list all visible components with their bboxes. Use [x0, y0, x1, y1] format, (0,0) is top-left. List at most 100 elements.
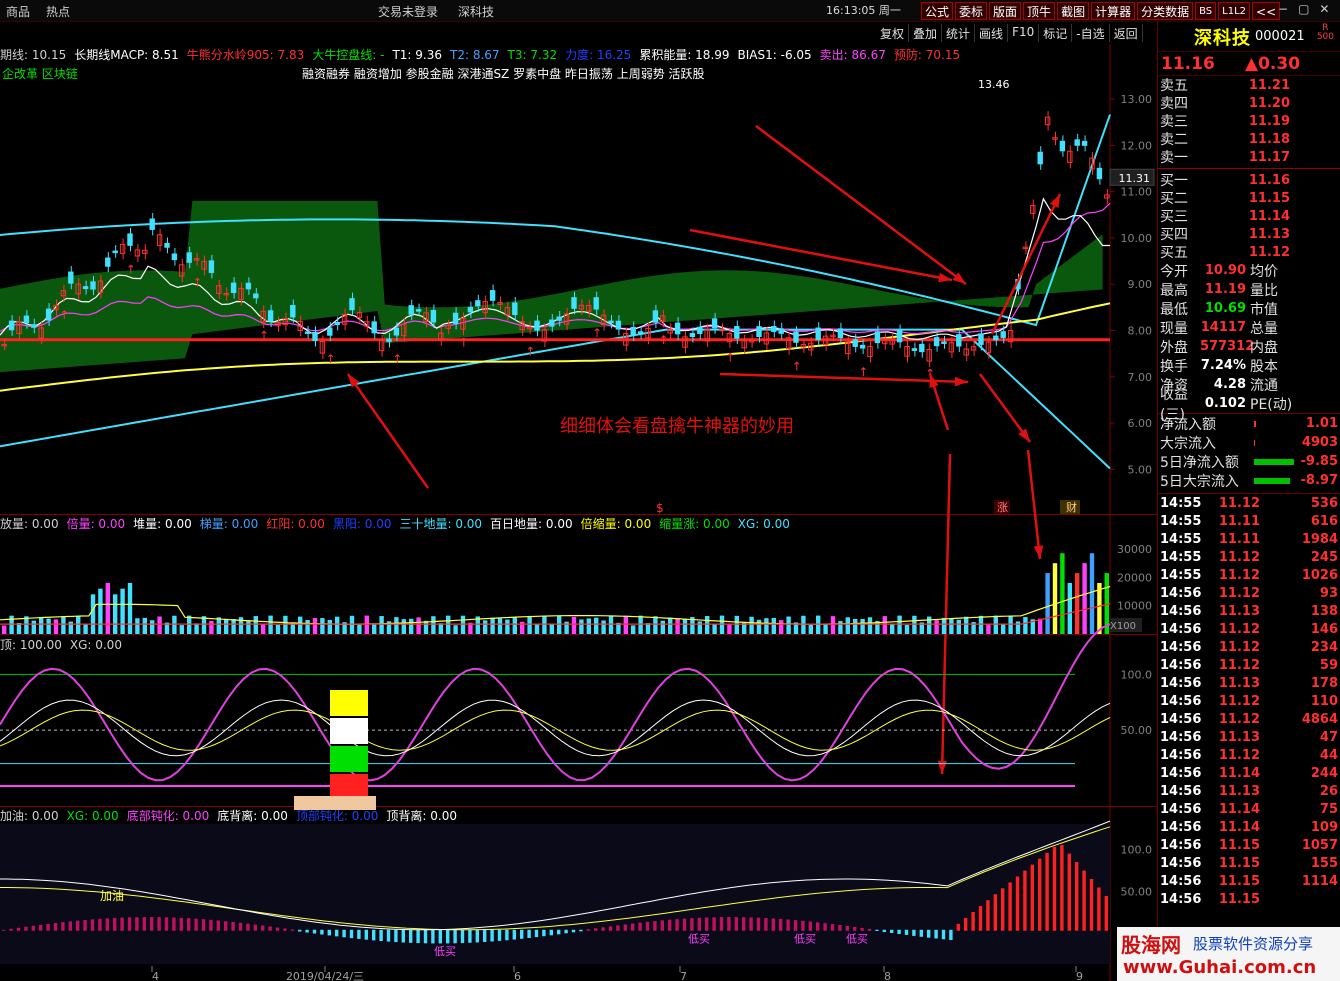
orderbook-row[interactable]: 买四 11.13 [1158, 225, 1340, 244]
close-icon[interactable]: ✕ [1319, 2, 1329, 16]
orderbook-row[interactable]: 卖三 11.19 [1158, 112, 1340, 131]
bs-button[interactable]: BS [1195, 2, 1217, 20]
volume-bar [320, 618, 325, 634]
f10-button[interactable]: F10 [1008, 24, 1040, 42]
macd-bar [305, 929, 309, 933]
buy-arrow-icon: ↑ [725, 350, 735, 364]
orderbook-row[interactable]: 卖一 11.17 [1158, 148, 1340, 167]
macd-bar [268, 926, 272, 931]
macd-bar [394, 929, 398, 943]
layout-button[interactable]: 版面 [989, 2, 1022, 20]
formula-button[interactable]: 公式 [921, 2, 954, 20]
macd-bar [653, 921, 657, 931]
chart-canvas[interactable]: 13.00 12.00 11.00 10.00 9.00 8.00 7.00 6.00 5.00… [0, 44, 1157, 981]
collapse-button[interactable]: << [1252, 2, 1281, 20]
remove-watchlist-button[interactable]: -自选 [1072, 24, 1110, 42]
buy-arrow-icon: ↑ [592, 326, 602, 340]
volume-bar [76, 615, 81, 634]
order-mark-button[interactable]: 委标 [955, 2, 988, 20]
top-bull-button[interactable]: 顶牛 [1023, 2, 1056, 20]
macd-bar [675, 919, 679, 931]
orderbook-row[interactable]: 买二 11.15 [1158, 189, 1340, 208]
macd-panel-bg [0, 824, 1110, 964]
volume-bar [90, 594, 96, 634]
chart-area[interactable]: 13.00 12.00 11.00 10.00 9.00 8.00 7.00 6.00 5.00… [0, 44, 1157, 981]
volume-bar [31, 620, 36, 634]
volume-bar [431, 616, 436, 634]
indicator-value: XG: 0.00 [737, 517, 790, 531]
candle [68, 271, 74, 284]
candle [652, 310, 659, 323]
statistics-button[interactable]: 统计 [942, 24, 976, 42]
volume-bar [409, 618, 414, 634]
calculator-button[interactable]: 计算器 [1091, 2, 1136, 20]
stat-value: 577312 [1200, 339, 1255, 354]
tick-row: 14:56 11.12 59 [1158, 656, 1340, 674]
indicator-value: 放量: 0.00 [0, 517, 59, 531]
orderbook-row[interactable]: 卖四 11.20 [1158, 94, 1340, 113]
restore-right-button[interactable]: 复权 [876, 24, 910, 42]
tick-price: 11.12 [1218, 495, 1260, 511]
stat-label: 均价 [1250, 263, 1278, 280]
tick-list[interactable]: 14:55 11.12 536 14:55 11.11 616 14:55 11.11 1984… [1158, 493, 1340, 908]
volume-bar [187, 615, 192, 634]
candle [90, 281, 96, 290]
l1l2-button[interactable]: L1L2 [1218, 2, 1251, 20]
stat-label: 今开 [1160, 263, 1188, 280]
candle [82, 286, 89, 290]
macd-label: 低买 [434, 945, 456, 958]
minimize-icon[interactable]: − [1278, 2, 1288, 16]
maximize-icon[interactable]: ▢ [1298, 2, 1309, 16]
macd-bar [764, 918, 768, 931]
volume-bar [135, 618, 140, 634]
current-price-label: 11.31 [1119, 172, 1151, 185]
orderbook-row[interactable]: 买五 11.12 [1158, 243, 1340, 262]
menu-hotspot[interactable]: 热点 [46, 3, 70, 20]
tick-volume: 93 [1319, 585, 1338, 601]
tick-price: 11.12 [1218, 639, 1260, 655]
price-axis-label: 11.00 [1121, 186, 1153, 199]
back-button[interactable]: 返回 [1110, 24, 1143, 42]
orderbook-row[interactable]: 买一 11.16 [1158, 171, 1340, 190]
tick-time: 14:56 [1160, 873, 1202, 889]
macd-bar [594, 928, 598, 931]
volume-bar [638, 615, 643, 634]
volume-bar [305, 620, 310, 634]
volume-axis-label: 20000 [1117, 571, 1152, 584]
macd-bar [142, 917, 146, 931]
volume-bar [927, 616, 932, 634]
orderbook-row[interactable]: 卖五 11.21 [1158, 76, 1340, 95]
volume-bar [890, 623, 895, 634]
macd-bar [1097, 887, 1101, 931]
tick-time: 14:56 [1160, 891, 1202, 907]
draw-line-button[interactable]: 画线 [975, 24, 1009, 42]
screenshot-button[interactable]: 截图 [1057, 2, 1090, 20]
macd-axis-label: 100.0 [1121, 843, 1153, 856]
overlay-button[interactable]: 叠加 [909, 24, 943, 42]
orderbook-row[interactable]: 卖二 11.18 [1158, 130, 1340, 149]
candle [1037, 151, 1043, 165]
volume-bar [453, 625, 458, 634]
tick-volume: 1057 [1301, 837, 1338, 853]
macd-bar [187, 918, 191, 931]
macd-bar [275, 927, 280, 931]
tick-price: 11.13 [1218, 675, 1260, 691]
macd-bar [986, 900, 990, 931]
macd-bar [460, 929, 465, 944]
volume-bar [261, 623, 266, 634]
orderbook-price: 11.19 [1248, 113, 1290, 129]
menu-commodity[interactable]: 商品 [6, 3, 30, 20]
category-data-button[interactable]: 分类数据 [1137, 2, 1194, 20]
macd-bar [978, 906, 983, 931]
volume-bar [364, 615, 369, 634]
mark-button[interactable]: 标记 [1039, 24, 1073, 42]
macd-bar [549, 929, 553, 936]
tick-time: 14:56 [1160, 621, 1202, 637]
macd-axis-label: 50.00 [1121, 886, 1153, 899]
candle [911, 348, 918, 351]
candle [919, 343, 925, 353]
orderbook-row[interactable]: 买三 11.14 [1158, 207, 1340, 226]
volume-bar [401, 619, 406, 634]
login-status[interactable]: 交易未登录 [378, 3, 438, 20]
candle [556, 316, 562, 321]
